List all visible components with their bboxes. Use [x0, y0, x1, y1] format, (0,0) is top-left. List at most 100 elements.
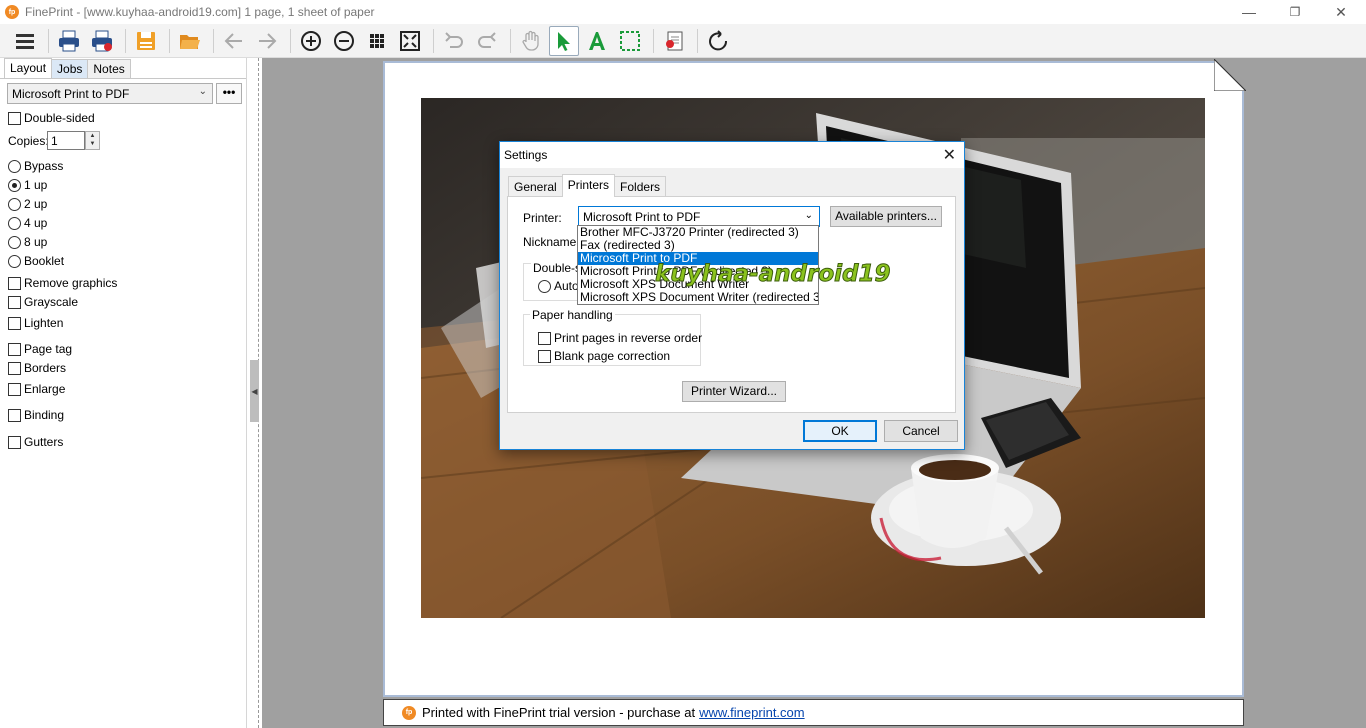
automatic-duplex-radio[interactable]: Autor	[538, 279, 583, 293]
radio-button[interactable]	[8, 159, 21, 173]
radio-button-selected[interactable]	[8, 178, 21, 192]
dropdown-option[interactable]: Microsoft XPS Document Writer (redirecte…	[578, 291, 818, 304]
dialog-tabs: General Printers Folders	[508, 174, 667, 197]
tab-jobs[interactable]: Jobs	[51, 59, 89, 79]
dialog-printer-select[interactable]: Microsoft Print to PDF ⌄	[578, 206, 820, 227]
open-folder-icon[interactable]	[175, 26, 205, 56]
checkbox-box[interactable]	[8, 435, 21, 449]
more-options-button[interactable]: •••	[216, 83, 242, 104]
layout-sidebar: Layout Jobs Notes Microsoft Print to PDF…	[0, 58, 247, 728]
tab-folders[interactable]: Folders	[614, 176, 667, 196]
radio-button[interactable]	[538, 279, 551, 293]
back-arrow-icon[interactable]	[219, 26, 249, 56]
toolbar-separator	[697, 28, 698, 53]
tab-printers[interactable]: Printers	[561, 174, 616, 197]
page-tag-checkbox[interactable]: Page tag	[8, 342, 72, 356]
printer-select[interactable]: Microsoft Print to PDF ⌄	[7, 83, 213, 104]
toolbar-separator	[169, 28, 170, 53]
close-button[interactable]: ✕	[1318, 0, 1364, 24]
checkbox-box[interactable]	[538, 331, 551, 345]
checkbox-box[interactable]	[8, 295, 21, 309]
minimize-button[interactable]: —	[1226, 0, 1272, 24]
forward-arrow-icon[interactable]	[252, 26, 282, 56]
checkbox-box[interactable]	[8, 408, 21, 422]
checkbox-box[interactable]	[8, 382, 21, 396]
tab-general[interactable]: General	[508, 176, 563, 196]
lighten-checkbox[interactable]: Lighten	[8, 316, 63, 330]
binding-checkbox[interactable]: Binding	[8, 408, 64, 422]
refresh-icon[interactable]	[703, 26, 733, 56]
layout-radio-bypass[interactable]: Bypass	[8, 159, 63, 173]
checkbox-box[interactable]	[8, 111, 21, 125]
dropdown-option[interactable]: Fax (redirected 3)	[578, 239, 818, 252]
option-label: Gutters	[24, 435, 64, 449]
printer-label: Printer:	[523, 211, 562, 225]
toolbar	[0, 24, 1366, 58]
print-icon[interactable]	[54, 26, 84, 56]
checkbox-box[interactable]	[8, 342, 21, 356]
gutters-checkbox[interactable]: Gutters	[8, 435, 63, 449]
crop-icon[interactable]	[615, 26, 645, 56]
collapse-sidebar-handle[interactable]: ◀	[250, 360, 259, 422]
available-printers-button[interactable]: Available printers...	[830, 206, 942, 227]
copies-label: Copies:	[8, 134, 49, 148]
window-title: FinePrint - [www.kuyhaa-android19.com] 1…	[25, 5, 375, 19]
zoom-in-icon[interactable]	[296, 26, 326, 56]
text-icon[interactable]	[582, 26, 612, 56]
zoom-out-icon[interactable]	[329, 26, 359, 56]
enlarge-checkbox[interactable]: Enlarge	[8, 382, 65, 396]
layout-radio-booklet[interactable]: Booklet	[8, 254, 64, 268]
blank-page-checkbox[interactable]: Blank page correction	[538, 349, 670, 363]
layout-radio-8up[interactable]: 8 up	[8, 235, 47, 249]
radio-button[interactable]	[8, 197, 21, 211]
layout-radio-2up[interactable]: 2 up	[8, 197, 47, 211]
trial-footer-text: Printed with FinePrint trial version - p…	[422, 705, 696, 720]
hand-icon[interactable]	[516, 26, 546, 56]
save-icon[interactable]	[131, 26, 161, 56]
print-delete-icon[interactable]	[87, 26, 117, 56]
checkbox-box[interactable]	[8, 316, 21, 330]
grayscale-checkbox[interactable]: Grayscale	[8, 295, 78, 309]
option-label: Remove graphics	[24, 276, 118, 290]
fit-page-icon[interactable]	[395, 26, 425, 56]
restore-button[interactable]: ❐	[1272, 0, 1318, 24]
tab-notes[interactable]: Notes	[87, 59, 131, 79]
radio-button[interactable]	[8, 216, 21, 230]
double-sided-checkbox[interactable]: Double-sided	[8, 111, 95, 125]
copies-input[interactable]: 1	[47, 131, 85, 150]
toolbar-separator	[653, 28, 654, 53]
dropdown-option[interactable]: Brother MFC-J3720 Printer (redirected 3)	[578, 226, 818, 239]
remove-graphics-checkbox[interactable]: Remove graphics	[8, 276, 117, 290]
layout-radio-label: 8 up	[24, 235, 48, 249]
dialog-close-icon[interactable]: ✕	[943, 145, 956, 165]
ok-button[interactable]: OK	[803, 420, 877, 442]
layout-radio-4up[interactable]: 4 up	[8, 216, 47, 230]
menu-icon[interactable]	[10, 26, 40, 56]
sidebar-tabs: Layout Jobs Notes	[4, 58, 131, 79]
delete-page-icon[interactable]	[659, 26, 689, 56]
reverse-order-checkbox[interactable]: Print pages in reverse order	[538, 331, 702, 345]
trial-footer: fp Printed with FinePrint trial version …	[383, 699, 1244, 726]
printer-wizard-button[interactable]: Printer Wizard...	[682, 381, 786, 402]
layout-radio-1up[interactable]: 1 up	[8, 178, 47, 192]
grid-icon[interactable]	[362, 26, 392, 56]
cancel-button[interactable]: Cancel	[884, 420, 958, 442]
borders-checkbox[interactable]: Borders	[8, 361, 66, 375]
chevron-down-icon: ⌄	[198, 86, 207, 97]
checkbox-box[interactable]	[8, 361, 21, 375]
tab-layout[interactable]: Layout	[4, 58, 53, 79]
radio-button[interactable]	[8, 254, 21, 268]
radio-button[interactable]	[8, 235, 21, 249]
option-label: Page tag	[24, 342, 73, 356]
checkbox-box[interactable]	[538, 349, 551, 363]
copies-stepper[interactable]: ▲ ▼	[85, 131, 100, 150]
dialog-printer-value: Microsoft Print to PDF	[583, 210, 701, 224]
toolbar-separator	[48, 28, 49, 53]
checkbox-box[interactable]	[8, 276, 21, 290]
select-arrow-icon[interactable]	[549, 25, 579, 56]
title-bar: fp FinePrint - [www.kuyhaa-android19.com…	[0, 0, 1366, 24]
redo-icon[interactable]	[472, 26, 502, 56]
undo-icon[interactable]	[439, 26, 469, 56]
fineprint-link[interactable]: www.fineprint.com	[699, 705, 804, 720]
tab-divider	[0, 78, 246, 79]
